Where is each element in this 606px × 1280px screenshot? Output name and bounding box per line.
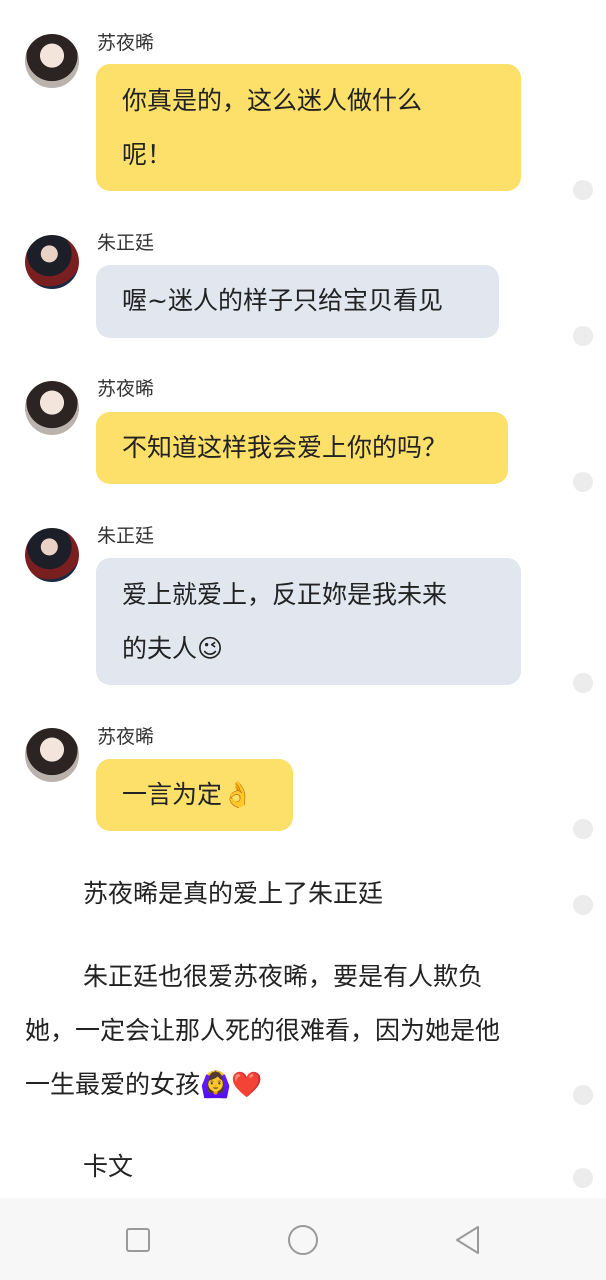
home-icon[interactable] <box>283 1220 323 1260</box>
status-dot <box>573 673 593 693</box>
narration-paragraph: 苏夜晞是真的爱上了朱正廷 <box>25 867 585 921</box>
narration-text: 卡文 <box>83 1152 134 1181</box>
sender-name: 苏夜晞 <box>97 32 155 54</box>
message-text-line: 爱上就爱上，反正妳是我未来 <box>122 580 448 609</box>
message-text: 不知道这样我会爱上你的吗？ <box>122 433 448 462</box>
message-text: 一言为定 <box>122 780 223 809</box>
sender-name: 朱正廷 <box>97 232 155 254</box>
message-bubble[interactable]: 一言为定👌 <box>96 759 293 831</box>
narration-paragraph: 朱正廷也很爱苏夜晞，要是有人欺负 她，一定会让那人死的很难看，因为她是他 一生最… <box>25 950 585 1112</box>
narration-text: 一生最爱的女孩 <box>25 1070 201 1099</box>
wink-emoji-icon: 😉 <box>197 634 224 663</box>
message-text: 喔~迷人的样子只给宝贝看见 <box>122 286 443 315</box>
message-bubble[interactable]: 爱上就爱上，反正妳是我未来 的夫人😉 <box>96 558 521 685</box>
narration-text: 朱正廷也很爱苏夜晞，要是有人欺负 <box>83 962 484 991</box>
status-dot <box>573 895 593 915</box>
sender-name: 苏夜晞 <box>97 726 155 748</box>
system-navigation-bar <box>0 1198 606 1280</box>
message-text-line: 呢！ <box>122 140 173 169</box>
message-bubble[interactable]: 喔~迷人的样子只给宝贝看见 <box>96 265 499 338</box>
message-bubble[interactable]: 你真是的，这么迷人做什么 呢！ <box>96 64 521 191</box>
status-dot <box>573 1168 593 1188</box>
avatar[interactable] <box>25 235 79 289</box>
sender-name: 朱正廷 <box>97 525 155 547</box>
message-text-line: 的夫人 <box>122 634 198 663</box>
ok-hand-emoji-icon: 👌 <box>222 780 254 809</box>
avatar[interactable] <box>25 528 79 582</box>
back-icon[interactable] <box>448 1220 488 1260</box>
narration-text: 她，一定会让那人死的很难看，因为她是他 <box>25 1016 501 1045</box>
status-dot <box>573 819 593 839</box>
narration-text: 苏夜晞是真的爱上了朱正廷 <box>83 879 384 908</box>
status-dot <box>573 326 593 346</box>
status-dot <box>573 180 593 200</box>
recent-apps-icon[interactable] <box>118 1220 158 1260</box>
avatar[interactable] <box>25 381 79 435</box>
heart-emoji-icon: 🙆‍♀️❤️ <box>200 1070 263 1099</box>
status-dot <box>573 472 593 492</box>
sender-name: 苏夜晞 <box>97 378 155 400</box>
avatar[interactable] <box>25 34 79 88</box>
message-text-line: 你真是的，这么迷人做什么 <box>122 86 423 115</box>
message-bubble[interactable]: 不知道这样我会爱上你的吗？ <box>96 412 508 484</box>
status-dot <box>573 1085 593 1105</box>
avatar[interactable] <box>25 728 79 782</box>
narration-paragraph: 卡文 <box>25 1140 585 1194</box>
